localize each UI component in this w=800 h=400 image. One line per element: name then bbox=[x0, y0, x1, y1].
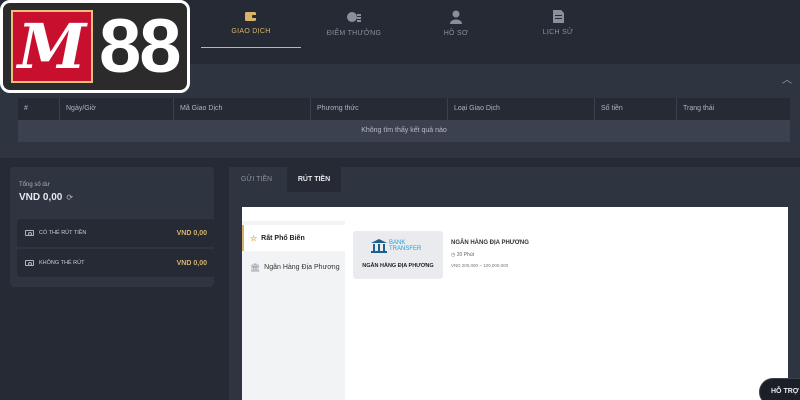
balance-total: VND 0,00 ⟳ bbox=[19, 192, 73, 203]
active-tab-indicator bbox=[201, 47, 301, 48]
non-withdrawable-row: KHÔNG THỂ RÚT VND 0,00 bbox=[17, 249, 215, 277]
col-header: Ngày/Giờ bbox=[60, 98, 174, 120]
cash-icon bbox=[25, 260, 34, 266]
chevron-up-icon[interactable]: ︿ bbox=[782, 71, 792, 86]
non-withdrawable-amount: VND 0,00 bbox=[176, 259, 207, 267]
bank-icon: 🏛 bbox=[250, 262, 261, 272]
tab-label: GIAO DỊCH bbox=[231, 28, 271, 35]
balance-total-value: VND 0,00 bbox=[19, 192, 63, 203]
tab-ho-so[interactable]: HỒ SƠ bbox=[406, 10, 506, 48]
withdrawable-amount: VND 0,00 bbox=[176, 229, 207, 237]
processing-time-value: 20 Phút bbox=[456, 252, 475, 258]
tab-lich-su[interactable]: LỊCH SỬ bbox=[508, 10, 608, 48]
star-icon: ☆ bbox=[250, 233, 258, 243]
col-header: Trạng thái bbox=[683, 105, 715, 112]
tab-gui-tien[interactable]: GỬI TIỀN bbox=[229, 167, 284, 192]
withdraw-content: ☆ Rất Phổ Biến 🏛 Ngân Hàng Địa Phương BA… bbox=[242, 207, 788, 400]
withdrawable-row: CÓ THỂ RÚT TIỀN VND 0,00 bbox=[17, 219, 215, 247]
tab-giao-dich[interactable]: GIAO DỊCH bbox=[201, 10, 301, 48]
refresh-icon[interactable]: ⟳ bbox=[66, 193, 73, 202]
empty-message: Không tìm thấy kết quả nào bbox=[18, 120, 790, 142]
amount-range: VND 200,000 ~ 100,000,000 bbox=[451, 263, 509, 268]
category-label: Ngân Hàng Địa Phương bbox=[264, 263, 340, 271]
non-withdrawable-label: KHÔNG THỂ RÚT bbox=[39, 260, 85, 266]
support-button[interactable]: HỖ TRỢ bbox=[759, 378, 800, 400]
wordmark-line2: TRANSFER bbox=[389, 246, 422, 252]
withdrawable-label: CÓ THỂ RÚT TIỀN bbox=[39, 230, 87, 236]
payment-panel: GỬI TIỀN RÚT TIỀN ☆ Rất Phổ Biến 🏛 Ngân … bbox=[229, 167, 800, 400]
balance-card: Tổng số dư VND 0,00 ⟳ CÓ THỂ RÚT TIỀN VND… bbox=[10, 167, 215, 287]
bank-transfer-logo: BANK TRANSFER bbox=[371, 239, 421, 253]
col-header: Loại Giao Dịch bbox=[448, 98, 595, 120]
logo-m-mark: M bbox=[11, 10, 93, 83]
col-header: # bbox=[18, 98, 60, 120]
balance-label: Tổng số dư bbox=[19, 182, 50, 188]
processing-time: ◷ 20 Phút bbox=[451, 252, 529, 258]
cash-icon bbox=[25, 230, 34, 236]
category-label: Rất Phổ Biến bbox=[261, 234, 305, 242]
bank-transfer-option[interactable]: BANK TRANSFER NGÂN HÀNG ĐỊA PHƯƠNG bbox=[353, 231, 443, 279]
logo-number: 88 bbox=[99, 4, 182, 89]
col-header: Mã Giao Dịch bbox=[174, 98, 311, 120]
document-icon bbox=[552, 10, 564, 23]
bank-option-name: NGÂN HÀNG ĐỊA PHƯƠNG bbox=[451, 240, 529, 246]
tab-label: HỒ SƠ bbox=[443, 30, 469, 37]
category-local-bank[interactable]: 🏛 Ngân Hàng Địa Phương bbox=[242, 254, 345, 280]
tab-diem-thuong[interactable]: ĐIỂM THƯỞNG bbox=[304, 10, 404, 48]
method-category-list: ☆ Rất Phổ Biến 🏛 Ngân Hàng Địa Phương bbox=[242, 221, 345, 400]
col-header: Số tiền bbox=[595, 98, 677, 120]
bank-option-details: NGÂN HÀNG ĐỊA PHƯƠNG ◷ 20 Phút VND 200,0… bbox=[451, 240, 529, 268]
history-panel: # Ngày/Giờ Mã Giao Dịch Phương thức Loại… bbox=[0, 90, 800, 158]
tab-label: ĐIỂM THƯỞNG bbox=[326, 30, 382, 37]
wallet-icon bbox=[245, 12, 257, 21]
col-header: Phương thức bbox=[311, 98, 448, 120]
tab-label: LỊCH SỬ bbox=[542, 29, 574, 36]
bank-building-icon bbox=[371, 239, 387, 253]
m88-logo[interactable]: M 88 bbox=[0, 0, 190, 93]
tab-rut-tien[interactable]: RÚT TIỀN bbox=[287, 167, 341, 192]
transaction-table: # Ngày/Giờ Mã Giao Dịch Phương thức Loại… bbox=[18, 98, 790, 142]
bank-transfer-wordmark: BANK TRANSFER bbox=[389, 240, 421, 252]
clock-icon: ◷ bbox=[451, 252, 456, 258]
bank-card-caption: NGÂN HÀNG ĐỊA PHƯƠNG bbox=[362, 263, 434, 269]
category-popular[interactable]: ☆ Rất Phổ Biến bbox=[242, 225, 345, 251]
coins-icon bbox=[347, 12, 361, 22]
table-header: # Ngày/Giờ Mã Giao Dịch Phương thức Loại… bbox=[18, 98, 790, 120]
user-icon bbox=[450, 10, 462, 24]
